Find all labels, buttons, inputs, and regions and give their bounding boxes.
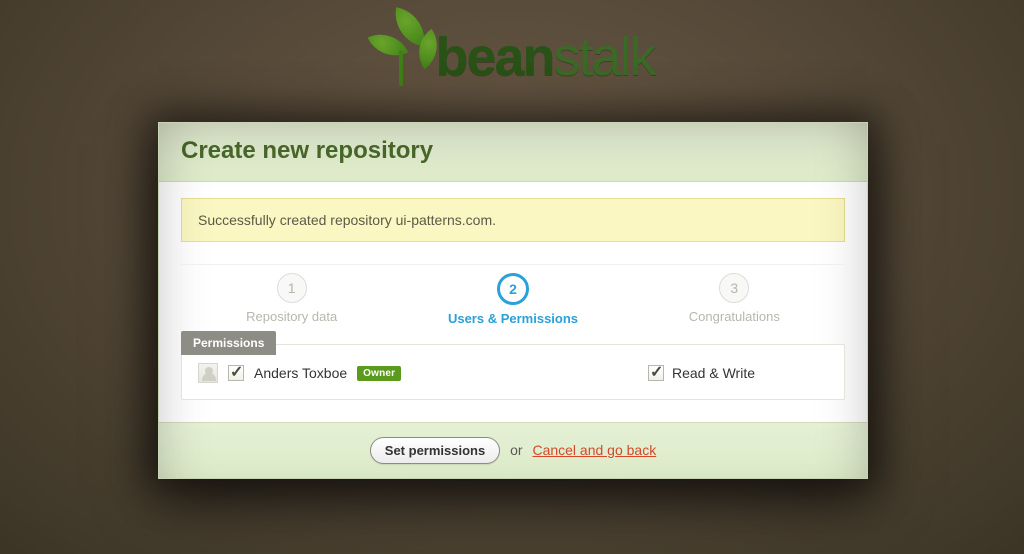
flash-message: Successfully created repository ui-patte…: [198, 212, 496, 228]
read-write-checkbox[interactable]: [648, 365, 664, 381]
step-repository-data[interactable]: 1 Repository data: [181, 265, 402, 326]
wizard-steps: 1 Repository data 2 Users & Permissions …: [181, 264, 845, 326]
step-label: Repository data: [181, 309, 402, 324]
cancel-link[interactable]: Cancel and go back: [532, 442, 656, 458]
step-number: 3: [719, 273, 749, 303]
or-text: or: [510, 442, 522, 458]
step-number: 2: [497, 273, 529, 305]
wizard-card: Create new repository Successfully creat…: [158, 122, 868, 479]
success-flash: Successfully created repository ui-patte…: [181, 198, 845, 242]
leaf-icon: [369, 10, 441, 82]
owner-badge: Owner: [357, 366, 401, 381]
user-select-checkbox[interactable]: [228, 365, 244, 381]
avatar-icon: [198, 363, 218, 383]
step-number: 1: [277, 273, 307, 303]
step-label: Congratulations: [624, 309, 845, 324]
set-permissions-button[interactable]: Set permissions: [370, 437, 500, 464]
app-logo: beanstalk: [0, 10, 1024, 88]
permissions-tab-label: Permissions: [181, 331, 276, 355]
step-congratulations[interactable]: 3 Congratulations: [624, 265, 845, 326]
permission-row: Anders Toxboe Owner Read & Write: [198, 363, 828, 383]
read-write-label: Read & Write: [672, 365, 755, 381]
card-header: Create new repository: [159, 123, 867, 182]
step-label: Users & Permissions: [402, 311, 623, 326]
user-name: Anders Toxboe: [254, 365, 347, 381]
card-footer: Set permissions or Cancel and go back: [159, 422, 867, 478]
permissions-panel: Permissions Anders Toxboe Owner Read & W…: [181, 344, 845, 400]
logo-text: beanstalk: [435, 26, 654, 88]
page-title: Create new repository: [181, 137, 845, 165]
step-users-permissions[interactable]: 2 Users & Permissions: [402, 265, 623, 326]
